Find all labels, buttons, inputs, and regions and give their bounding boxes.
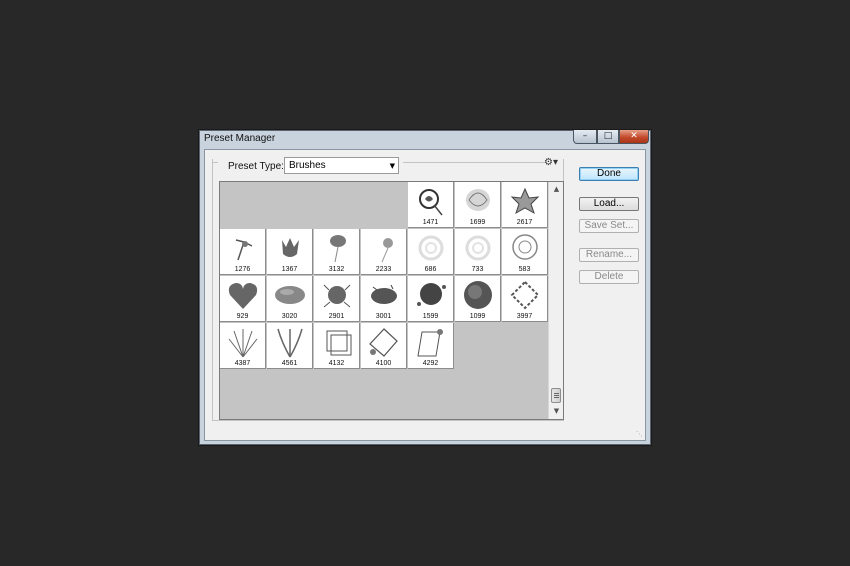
close-icon: ✕ <box>630 131 638 141</box>
faint-swirl-icon <box>418 235 444 261</box>
lily-icon <box>510 187 540 215</box>
preset-type-select[interactable]: Brushes ▼ <box>284 157 399 174</box>
brush-tile[interactable]: 1599 <box>408 276 454 322</box>
delete-button[interactable]: Delete <box>579 270 639 284</box>
brush-tile[interactable]: 4561 <box>267 323 313 369</box>
brush-size-label: 3020 <box>281 313 298 320</box>
brush-size-label: 1471 <box>422 219 439 226</box>
brush-grid: 1471 1699 2617 1276 1367 3132 2233 686 733 583 929… <box>220 182 548 419</box>
scrollbar-thumb[interactable] <box>551 388 561 403</box>
floral-frame-icon <box>369 328 398 357</box>
rename-button[interactable]: Rename... <box>579 248 639 262</box>
brush-tile[interactable]: 2901 <box>314 276 360 322</box>
vertical-scrollbar[interactable]: ▲ ▼ <box>548 182 563 419</box>
preset-type-value: Brushes <box>289 160 326 171</box>
brush-tile[interactable]: 3020 <box>267 276 313 322</box>
brush-tile[interactable]: 2617 <box>502 182 548 228</box>
brush-size-label: 4561 <box>281 360 298 367</box>
flower-stem-icon <box>381 238 393 263</box>
brush-tile[interactable]: 4132 <box>314 323 360 369</box>
watercolor-circle-icon <box>464 281 492 309</box>
brush-size-label: 4292 <box>422 360 439 367</box>
brush-size-label: 3132 <box>328 266 345 273</box>
minimize-button[interactable]: – <box>573 130 597 144</box>
group-border <box>212 162 218 163</box>
title-bar[interactable]: Preset Manager – □ ✕ <box>199 130 651 148</box>
brush-tile[interactable]: 1471 <box>408 182 454 228</box>
brush-tile[interactable]: 1367 <box>267 229 313 275</box>
floral-wreath-icon <box>510 280 540 310</box>
splatter-flower-icon <box>323 284 351 308</box>
brush-size-label: 2901 <box>328 313 345 320</box>
brush-preset-list[interactable]: 1471 1699 2617 1276 1367 3132 2233 686 733 583 929… <box>219 181 564 420</box>
brush-size-label: 2617 <box>516 219 533 226</box>
brush-tile[interactable]: 686 <box>408 229 454 275</box>
brush-size-label: 4387 <box>234 360 251 367</box>
brush-size-label: 3997 <box>516 313 533 320</box>
scribble-rose-icon <box>466 189 490 211</box>
preset-type-label: Preset Type: <box>228 161 284 172</box>
brush-tile[interactable]: 3132 <box>314 229 360 275</box>
brush-size-label: 4100 <box>375 360 392 367</box>
heart-icon <box>228 283 258 309</box>
paint-blob-icon <box>275 286 305 304</box>
close-button[interactable]: ✕ <box>619 130 649 144</box>
faint-swirl-icon <box>465 235 491 261</box>
gear-menu-icon[interactable]: ⚙▾ <box>544 157 558 168</box>
brush-size-label: 1276 <box>234 266 251 273</box>
rose-curl-icon <box>419 189 443 216</box>
chevron-down-icon: ▼ <box>389 162 395 170</box>
brush-tile[interactable]: 1699 <box>455 182 501 228</box>
preset-manager-window: Preset Manager – □ ✕ Preset Type: Brushe… <box>198 129 652 446</box>
brush-size-label: 929 <box>236 313 249 320</box>
save-set-button[interactable]: Save Set... <box>579 219 639 233</box>
brush-size-label: 583 <box>518 266 531 273</box>
brush-tile[interactable]: 929 <box>220 276 266 322</box>
brush-size-label: 686 <box>424 266 437 273</box>
thumb-grip <box>554 395 559 396</box>
brush-tile[interactable]: 2233 <box>361 229 407 275</box>
rosebud-icon <box>330 235 346 263</box>
brush-tile[interactable]: 3997 <box>502 276 548 322</box>
group-border <box>403 162 545 163</box>
herb-bunch-icon <box>228 329 258 358</box>
rose-outline-icon <box>512 234 538 260</box>
scroll-down-arrow-icon[interactable]: ▼ <box>549 404 563 419</box>
brush-size-label: 1367 <box>281 266 298 273</box>
brush-size-label: 733 <box>471 266 484 273</box>
window-title: Preset Manager <box>204 133 276 144</box>
brush-tile[interactable]: 733 <box>455 229 501 275</box>
brush-size-label: 1599 <box>422 313 439 320</box>
brush-tile[interactable]: 1099 <box>455 276 501 322</box>
load-button[interactable]: Load... <box>579 197 639 211</box>
tulip-icon <box>282 238 299 257</box>
thumb-grip <box>554 393 559 394</box>
dialog-body: Preset Type: Brushes ▼ ⚙▾ 1471 1699 2617 12… <box>204 149 646 441</box>
brush-size-label: 3001 <box>375 313 392 320</box>
brush-tile[interactable]: 4387 <box>220 323 266 369</box>
diamond-frame-icon <box>417 329 443 357</box>
square-frame-icon <box>326 330 352 356</box>
brush-size-label: 1699 <box>469 219 486 226</box>
thumb-grip <box>554 397 559 398</box>
grass-bunch-icon <box>277 328 303 358</box>
scroll-up-arrow-icon[interactable]: ▲ <box>549 182 563 197</box>
brush-tile[interactable]: 4292 <box>408 323 454 369</box>
resize-grip-icon[interactable]: ⋱ <box>636 430 643 438</box>
maximize-button[interactable]: □ <box>597 130 619 144</box>
brush-tile[interactable]: 3001 <box>361 276 407 322</box>
splatter-blob-icon <box>371 284 397 304</box>
minimize-icon: – <box>582 131 588 141</box>
brush-size-label: 1099 <box>469 313 486 320</box>
sketch-flower-icon <box>235 239 253 261</box>
brush-tile[interactable]: 583 <box>502 229 548 275</box>
brush-tile[interactable]: 1276 <box>220 229 266 275</box>
done-button[interactable]: Done <box>579 167 639 181</box>
brush-size-label: 2233 <box>375 266 392 273</box>
brush-size-label: 4132 <box>328 360 345 367</box>
brush-tile[interactable]: 4100 <box>361 323 407 369</box>
maximize-icon: □ <box>603 131 613 141</box>
splatter-round-icon <box>417 283 446 306</box>
